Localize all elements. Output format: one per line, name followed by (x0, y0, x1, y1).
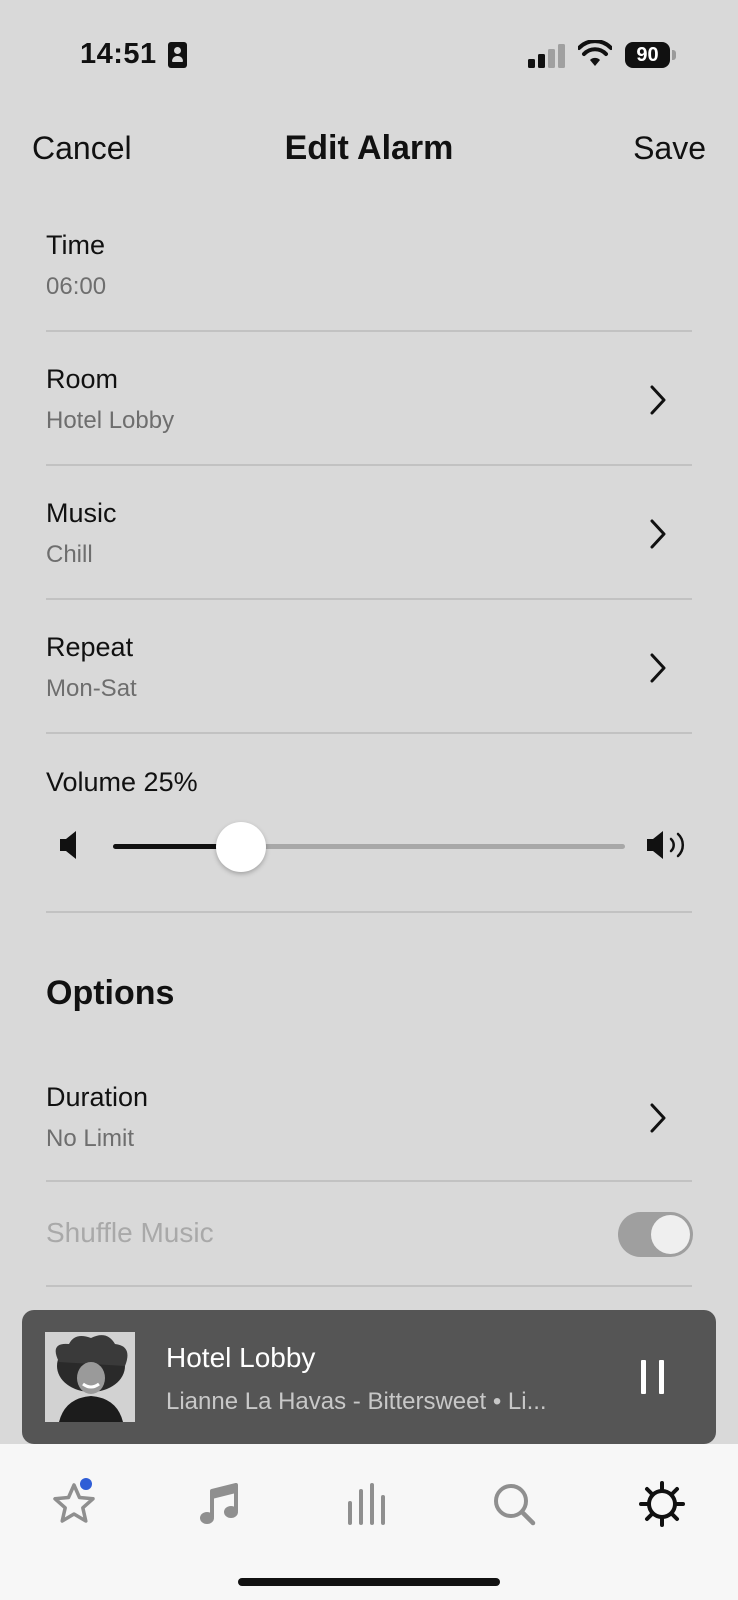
divider (46, 330, 692, 332)
divider (46, 598, 692, 600)
duration-row[interactable]: Duration No Limit (46, 1082, 692, 1172)
volume-slider[interactable] (113, 822, 625, 872)
pause-button[interactable] (635, 1360, 675, 1394)
tab-bar (0, 1444, 738, 1600)
wifi-icon (578, 40, 612, 66)
album-art (45, 1332, 135, 1422)
tab-favorites[interactable] (44, 1474, 104, 1534)
status-bar: 14:51 90 (0, 0, 738, 100)
tab-music[interactable] (190, 1474, 250, 1534)
now-playing-bar[interactable]: Hotel Lobby Lianne La Havas - Bitterswee… (22, 1310, 716, 1444)
toggle-knob (651, 1215, 690, 1254)
music-note-icon (200, 1483, 238, 1524)
repeat-label: Repeat (46, 632, 134, 662)
chevron-right-icon (650, 653, 666, 683)
room-row[interactable]: Room Hotel Lobby (46, 364, 692, 454)
shuffle-music-toggle[interactable] (618, 1212, 693, 1257)
music-label: Music (46, 498, 117, 528)
now-playing-title: Hotel Lobby (166, 1342, 316, 1373)
divider (46, 911, 692, 913)
cellular-signal-icon (528, 44, 568, 68)
divider (46, 732, 692, 734)
volume-slider-thumb[interactable] (216, 822, 266, 872)
battery-icon: 90 (625, 42, 670, 68)
status-time: 14:51 (80, 38, 157, 70)
battery-tip (672, 50, 676, 60)
volume-label: Volume 25% (46, 767, 198, 797)
search-icon (494, 1484, 536, 1526)
room-label: Room (46, 364, 119, 394)
now-playing-subtitle: Lianne La Havas - Bittersweet • Li... (166, 1388, 547, 1415)
repeat-value: Mon-Sat (46, 675, 137, 702)
room-value: Hotel Lobby (46, 407, 175, 434)
tab-search[interactable] (484, 1474, 544, 1534)
bars-icon (348, 1483, 385, 1525)
divider (46, 1180, 692, 1182)
speaker-high-icon[interactable] (645, 829, 693, 861)
pause-icon (641, 1360, 646, 1394)
time-value: 06:00 (46, 273, 107, 300)
tab-settings[interactable] (632, 1474, 692, 1534)
divider (46, 464, 692, 466)
save-button[interactable]: Save (633, 130, 706, 167)
chevron-right-icon (650, 519, 666, 549)
duration-value: No Limit (46, 1125, 135, 1152)
divider (46, 1285, 692, 1287)
home-indicator (238, 1578, 500, 1586)
chevron-right-icon (650, 385, 666, 415)
repeat-row[interactable]: Repeat Mon-Sat (46, 632, 692, 722)
options-heading: Options (46, 974, 175, 1012)
duration-label: Duration (46, 1082, 149, 1112)
tab-rooms[interactable] (336, 1474, 396, 1534)
contact-card-icon (168, 42, 187, 68)
speaker-low-icon[interactable] (58, 829, 80, 861)
chevron-right-icon (650, 1103, 666, 1133)
time-row[interactable]: Time 06:00 (46, 230, 692, 301)
time-label: Time (46, 230, 105, 260)
cancel-button[interactable]: Cancel (32, 130, 132, 167)
music-value: Chill (46, 541, 93, 568)
gear-icon (639, 1481, 685, 1527)
music-row[interactable]: Music Chill (46, 498, 692, 588)
shuffle-music-label: Shuffle Music (46, 1217, 214, 1248)
notification-badge (80, 1478, 92, 1490)
